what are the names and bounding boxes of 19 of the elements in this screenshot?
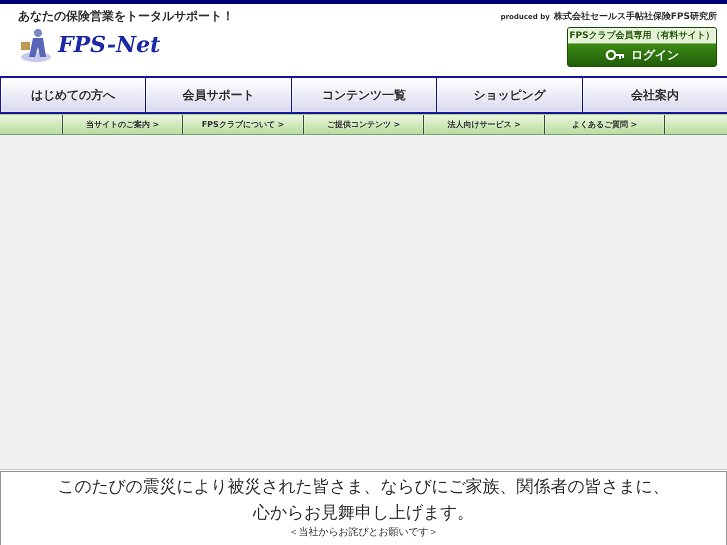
company-name[interactable]: 株式会社セールス手帖社保険FPS研究所 bbox=[554, 10, 717, 23]
main-nav-item[interactable]: 会員サポート bbox=[145, 78, 291, 112]
main-nav-item[interactable]: はじめての方へ bbox=[0, 78, 146, 112]
sub-nav-item[interactable]: ご提供コンテンツ > bbox=[304, 115, 424, 134]
main-nav-item[interactable]: ショッピング bbox=[436, 78, 582, 112]
person-icon bbox=[18, 27, 54, 63]
logo[interactable]: FPS-Net bbox=[58, 32, 160, 58]
sub-nav-item[interactable]: よくあるご質問 > bbox=[544, 115, 666, 134]
notice-text: このたびの震災により被災された皆さま、ならびにご家族、関係者の皆さまに、 bbox=[58, 476, 670, 499]
key-icon bbox=[605, 49, 625, 61]
main-nav-item[interactable]: 会社案内 bbox=[582, 78, 727, 112]
notice-link[interactable]: ＜当社からお詫びとお願いです＞ bbox=[288, 526, 438, 539]
notice-text: 心からお見舞申し上げます。 bbox=[253, 502, 474, 525]
login-button[interactable]: FPSクラブ会員専用（有料サイト） ログイン bbox=[567, 27, 717, 67]
main-nav-item[interactable]: コンテンツ一覧 bbox=[290, 78, 436, 112]
sub-nav-item[interactable]: 当サイトのご案内 > bbox=[62, 115, 184, 134]
sub-nav-item[interactable]: 法人向けサービス > bbox=[424, 115, 545, 134]
tagline: あなたの保険営業をトータルサポート！ bbox=[18, 8, 234, 25]
sub-nav-item[interactable]: FPSクラブについて > bbox=[183, 115, 304, 134]
